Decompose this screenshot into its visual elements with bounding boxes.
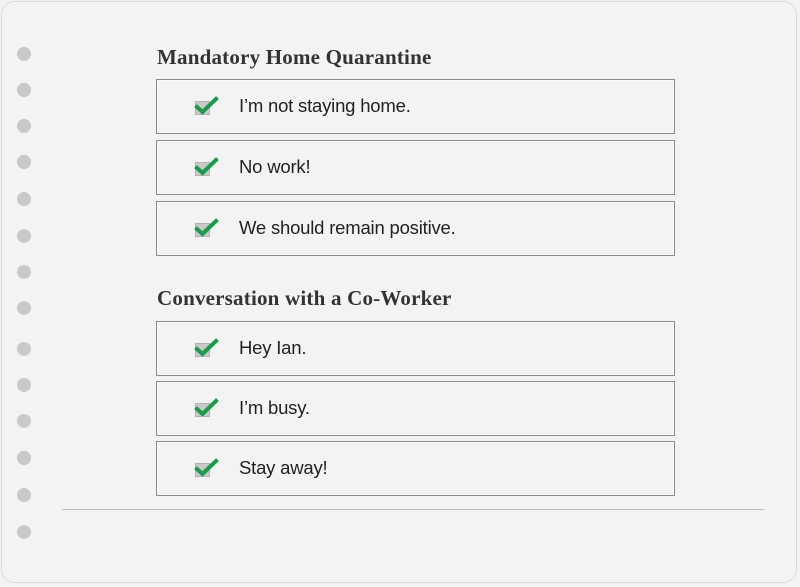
checklist-item[interactable]: Stay away! — [156, 441, 675, 496]
checkbox-checked-icon[interactable] — [193, 157, 219, 179]
binder-hole — [17, 378, 31, 392]
checklist-item-label: We should remain positive. — [239, 217, 456, 238]
checkbox-checked-icon[interactable] — [193, 218, 219, 240]
checklist-item[interactable]: Hey Ian. — [156, 321, 675, 376]
checklist-item[interactable]: We should remain positive. — [156, 201, 675, 256]
checklist-item-label: Stay away! — [239, 457, 328, 478]
checklist-item-label: Hey Ian. — [239, 337, 307, 358]
checklist-item[interactable]: I’m not staying home. — [156, 79, 675, 134]
binder-hole — [17, 229, 31, 243]
binder-hole — [17, 83, 31, 97]
checkbox-checked-icon[interactable] — [193, 338, 219, 360]
binder-hole — [17, 192, 31, 206]
checkbox-checked-icon[interactable] — [193, 458, 219, 480]
checkbox-checked-icon[interactable] — [193, 96, 219, 118]
checklist-item-label: No work! — [239, 156, 311, 177]
divider — [62, 509, 764, 510]
binder-hole — [17, 451, 31, 465]
checklist-item[interactable]: No work! — [156, 140, 675, 195]
checklist-item[interactable]: I’m busy. — [156, 381, 675, 436]
notebook-page: Mandatory Home Quarantine I’m not stayin… — [1, 1, 797, 583]
binder-hole — [17, 414, 31, 428]
section-title-conversation: Conversation with a Co-Worker — [157, 286, 452, 310]
binder-hole — [17, 47, 31, 61]
binder-hole — [17, 119, 31, 133]
binder-hole — [17, 301, 31, 315]
checkbox-checked-icon[interactable] — [193, 398, 219, 420]
binder-hole — [17, 525, 31, 539]
binder-hole — [17, 342, 31, 356]
binder-hole — [17, 488, 31, 502]
checklist-item-label: I’m not staying home. — [239, 95, 411, 116]
binder-hole — [17, 265, 31, 279]
binder-hole — [17, 155, 31, 169]
binder-holes — [17, 2, 33, 582]
section-title-quarantine: Mandatory Home Quarantine — [157, 45, 432, 69]
checklist-item-label: I’m busy. — [239, 397, 310, 418]
